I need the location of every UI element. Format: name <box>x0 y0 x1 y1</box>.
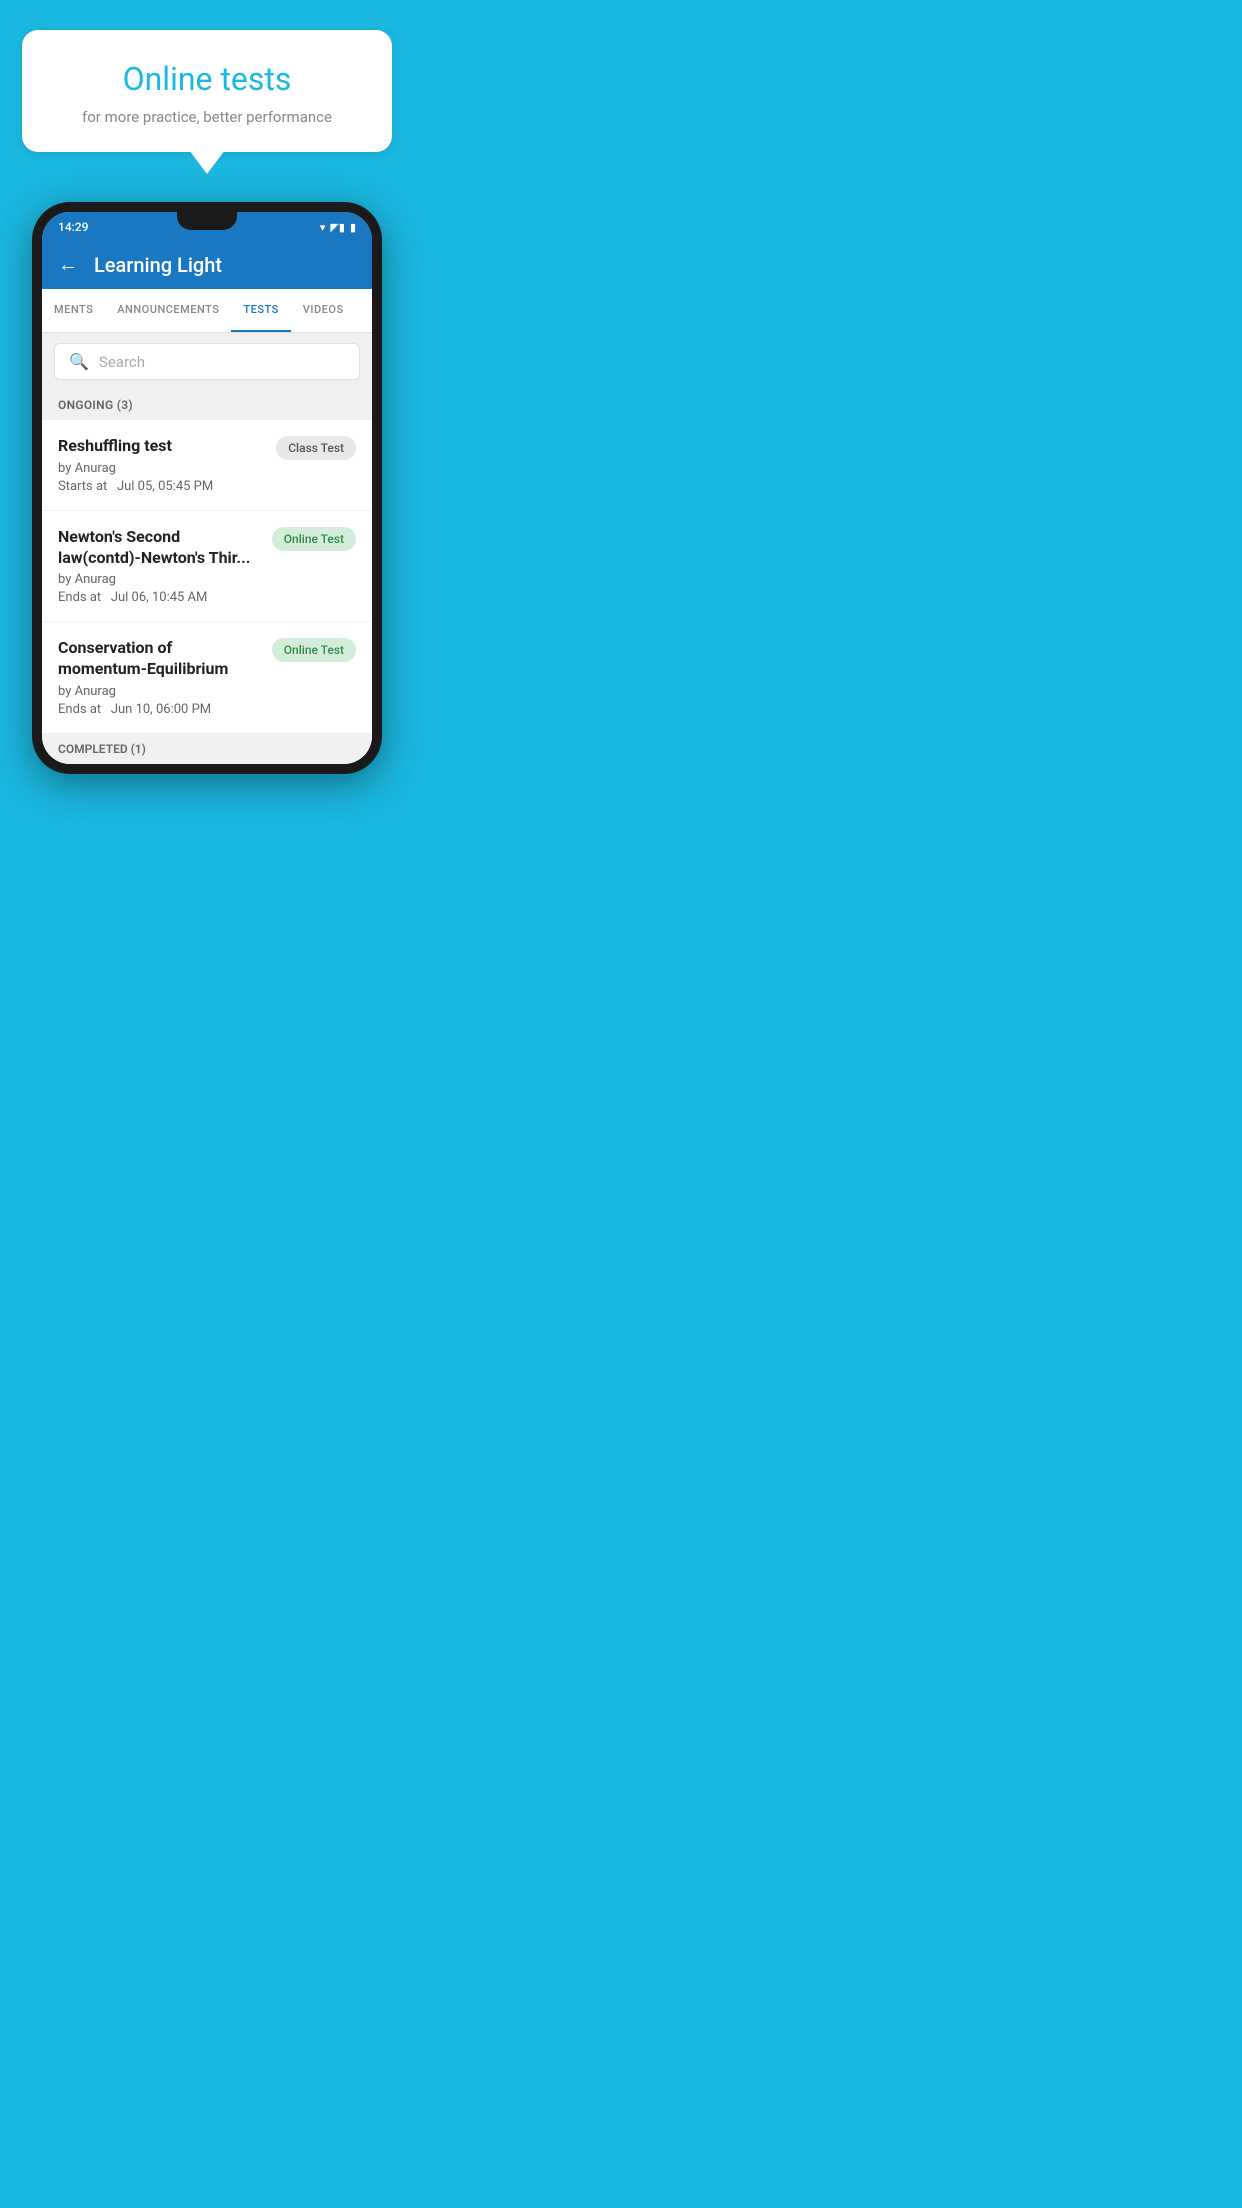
tab-bar: MENTS ANNOUNCEMENTS TESTS VIDEOS <box>42 289 372 333</box>
signal-icon: ◤▮ <box>330 221 345 234</box>
phone-notch <box>177 212 237 230</box>
tab-ments[interactable]: MENTS <box>42 289 105 332</box>
test-time: Ends at Jun 10, 06:00 PM <box>58 702 262 717</box>
phone-mockup: 14:29 ▾ ◤▮ ▮ ← Learning Light MENTS ANNO… <box>32 202 382 774</box>
test-author: by Anurag <box>58 572 262 587</box>
test-name: Newton's Second law(contd)-Newton's Thir… <box>58 527 262 569</box>
test-time: Starts at Jul 05, 05:45 PM <box>58 479 266 494</box>
bubble-title: Online tests <box>46 60 368 98</box>
app-header: ← Learning Light <box>42 240 372 289</box>
bubble-subtitle: for more practice, better performance <box>46 108 368 126</box>
test-item[interactable]: Conservation of momentum-Equilibrium by … <box>42 622 372 734</box>
phone-screen: 14:29 ▾ ◤▮ ▮ ← Learning Light MENTS ANNO… <box>42 212 372 764</box>
tab-tests[interactable]: TESTS <box>231 289 290 332</box>
test-item[interactable]: Reshuffling test by Anurag Starts at Jul… <box>42 420 372 511</box>
test-badge: Online Test <box>272 527 356 551</box>
test-list: Reshuffling test by Anurag Starts at Jul… <box>42 420 372 734</box>
app-title: Learning Light <box>94 253 222 277</box>
test-info: Newton's Second law(contd)-Newton's Thir… <box>58 527 262 606</box>
search-container: 🔍 Search <box>42 333 372 390</box>
test-name: Reshuffling test <box>58 436 266 457</box>
status-time: 14:29 <box>58 220 88 234</box>
test-info: Conservation of momentum-Equilibrium by … <box>58 638 262 717</box>
search-input[interactable]: Search <box>99 353 145 371</box>
test-badge: Class Test <box>276 436 356 460</box>
battery-icon: ▮ <box>350 221 356 234</box>
search-icon: 🔍 <box>69 352 89 371</box>
test-time: Ends at Jul 06, 10:45 AM <box>58 590 262 605</box>
test-info: Reshuffling test by Anurag Starts at Jul… <box>58 436 266 494</box>
speech-bubble: Online tests for more practice, better p… <box>22 30 392 152</box>
test-author: by Anurag <box>58 461 266 476</box>
test-author: by Anurag <box>58 684 262 699</box>
wifi-icon: ▾ <box>320 221 326 234</box>
status-icons: ▾ ◤▮ ▮ <box>320 221 356 234</box>
tab-announcements[interactable]: ANNOUNCEMENTS <box>105 289 231 332</box>
back-button[interactable]: ← <box>58 252 78 277</box>
completed-section-header: COMPLETED (1) <box>42 734 372 764</box>
search-box[interactable]: 🔍 Search <box>54 343 360 380</box>
tab-videos[interactable]: VIDEOS <box>291 289 356 332</box>
test-name: Conservation of momentum-Equilibrium <box>58 638 262 680</box>
ongoing-section-header: ONGOING (3) <box>42 390 372 420</box>
test-badge: Online Test <box>272 638 356 662</box>
test-item[interactable]: Newton's Second law(contd)-Newton's Thir… <box>42 511 372 623</box>
